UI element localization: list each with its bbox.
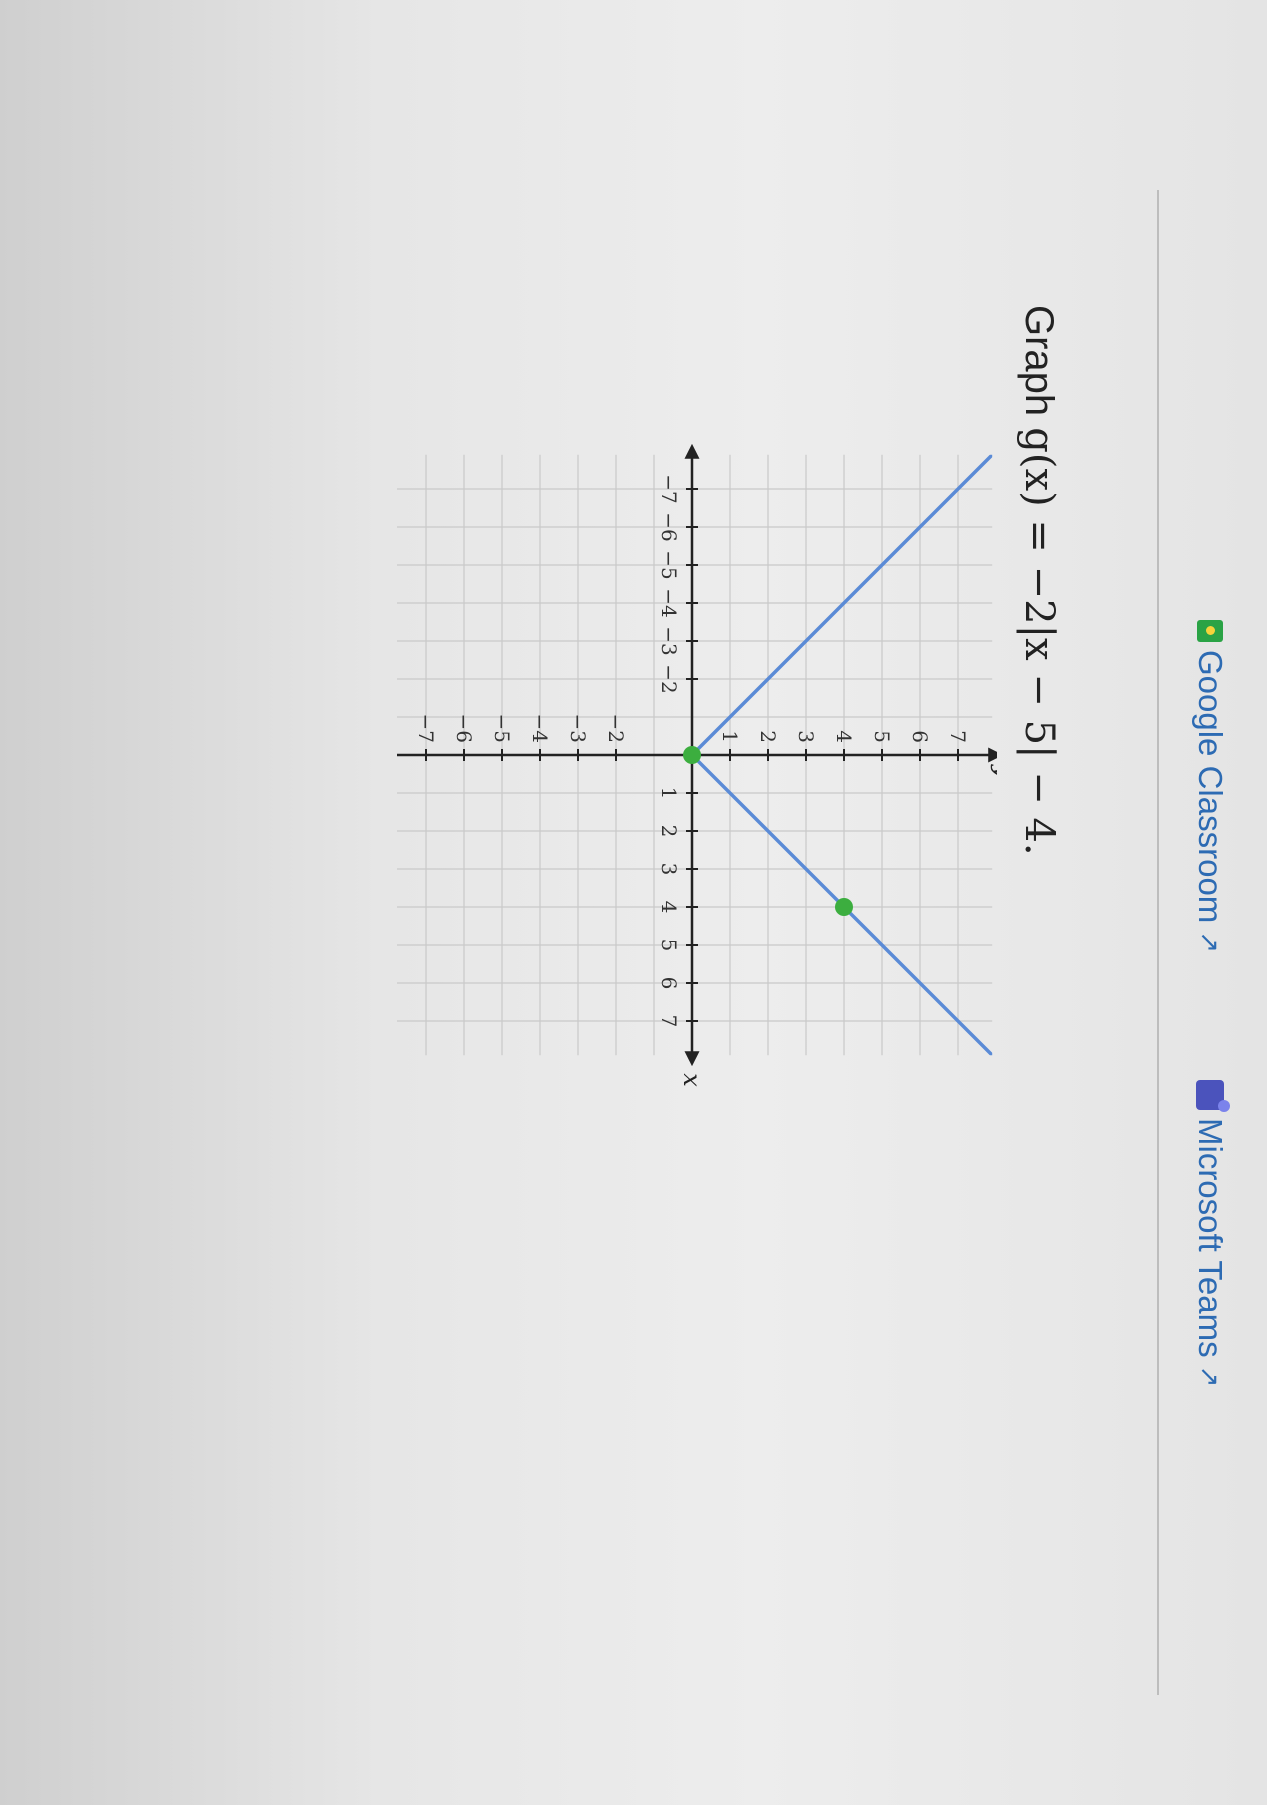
external-link-icon: ↗	[1195, 1365, 1226, 1388]
y-tick-label: 5	[870, 730, 894, 743]
y-tick-label: 1	[718, 730, 742, 743]
google-classroom-icon	[1197, 620, 1223, 642]
x-tick-label: −2	[657, 664, 681, 693]
x-tick-label: 3	[657, 863, 681, 876]
x-tick-label: 2	[657, 825, 681, 838]
y-tick-label: 2	[756, 730, 780, 743]
x-tick-label: 4	[657, 901, 681, 914]
graph-area[interactable]: −7 −6 −5 −4 −3 −2 1 2 3 4 5 6 7 7 6 5 4 3 2 1 −2 −3 −4 −5 −6 −7 x y	[397, 305, 997, 1205]
rotated-screen: Google Classroom ↗ Microsoft Teams ↗ Gra…	[0, 0, 1267, 1805]
external-link-icon: ↗	[1195, 931, 1226, 954]
y-tick-label: 3	[794, 730, 818, 743]
y-tick-label: −7	[414, 714, 438, 743]
x-tick-label: −6	[657, 512, 681, 541]
x-axis-label: x	[678, 1073, 706, 1087]
y-tick-label: 6	[908, 730, 932, 743]
photo-background: Google Classroom ↗ Microsoft Teams ↗ Gra…	[0, 0, 1267, 1805]
y-tick-label: 7	[946, 730, 970, 743]
x-tick-label: 6	[657, 977, 681, 990]
y-tick-label: −3	[566, 714, 590, 743]
coordinate-plane[interactable]: −7 −6 −5 −4 −3 −2 1 2 3 4 5 6 7 7 6 5 4 3 2 1 −2 −3 −4 −5 −6 −7 x y	[397, 305, 997, 1205]
y-tick-label: −4	[528, 714, 552, 743]
microsoft-teams-label: Microsoft Teams	[1192, 1118, 1229, 1358]
microsoft-teams-icon	[1196, 1080, 1224, 1110]
x-tick-label: −3	[657, 626, 681, 655]
question-prompt: Graph g(x) = −2|x − 5| − 4.	[1016, 305, 1062, 856]
x-tick-label: 5	[657, 939, 681, 952]
x-tick-label: 7	[657, 1015, 681, 1028]
section-divider	[1157, 190, 1159, 1695]
question-lead: Graph	[1017, 305, 1061, 417]
y-axis-label: y	[990, 764, 997, 779]
y-tick-label: −5	[490, 714, 514, 743]
external-links-bar: Google Classroom ↗ Microsoft Teams ↗	[1177, 0, 1267, 1805]
x-tick-label: −4	[657, 588, 681, 617]
y-tick-label: 4	[832, 730, 856, 743]
graph-point-handle[interactable]	[683, 746, 701, 764]
google-classroom-link[interactable]: Google Classroom ↗	[1191, 620, 1229, 953]
question-expression: g(x) = −2|x − 5| − 4.	[1016, 427, 1062, 856]
x-tick-label: 1	[657, 787, 681, 800]
microsoft-teams-link[interactable]: Microsoft Teams ↗	[1191, 1080, 1229, 1387]
google-classroom-label: Google Classroom	[1192, 650, 1229, 924]
graph-point-handle[interactable]	[835, 898, 853, 916]
y-tick-label: −6	[452, 714, 476, 743]
x-tick-label: −7	[657, 474, 681, 503]
x-tick-label: −5	[657, 550, 681, 579]
y-tick-label: −2	[604, 714, 628, 743]
